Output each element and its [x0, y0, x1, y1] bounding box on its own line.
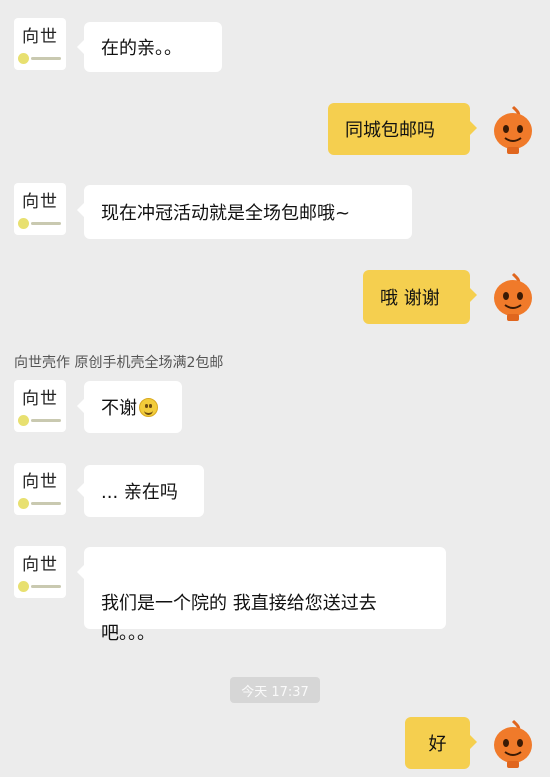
shop-logo-text: 向世 — [22, 555, 58, 575]
message-bubble-incoming[interactable]: 不谢 — [77, 381, 182, 433]
shop-avatar[interactable]: 向世 — [14, 546, 66, 598]
user-avatar-icon[interactable] — [487, 270, 539, 322]
message-bubble-incoming[interactable]: 现在冲冠活动就是全场包邮哦~ — [77, 185, 412, 239]
shop-logo-dot — [18, 415, 29, 426]
shop-logo-text: 向世 — [22, 389, 58, 409]
chat-window: 向世 在的亲。。 同城包邮吗 向世 现在冲冠活动就是全场包邮哦~ 哦 谢谢 向世… — [0, 0, 550, 777]
shop-logo-line — [31, 419, 61, 422]
message-bubble-incoming[interactable]: ... 亲在吗 — [77, 465, 204, 517]
message-text: 好 — [428, 734, 447, 755]
message-bubble-outgoing[interactable]: 同城包邮吗 — [328, 103, 477, 155]
shop-logo-text: 向世 — [22, 192, 58, 212]
sender-name-line: 向世壳作 原创手机壳全场满2包邮 — [14, 355, 224, 371]
message-text: 在的亲。。 — [101, 38, 182, 59]
user-avatar-icon[interactable] — [487, 717, 539, 769]
message-text: ... 亲在吗 — [101, 482, 178, 503]
shop-logo-line — [31, 57, 61, 60]
message-bubble-outgoing[interactable]: 哦 谢谢 — [363, 270, 477, 324]
smile-emoji-icon — [139, 397, 158, 417]
message-text: 哦 谢谢 — [380, 288, 440, 309]
shop-logo-text: 向世 — [22, 472, 58, 492]
message-bubble-outgoing[interactable]: 好 — [405, 717, 477, 769]
message-text: 不谢 — [101, 398, 137, 419]
message-bubble-incoming[interactable]: 在的亲。。 — [77, 22, 222, 72]
shop-logo-line — [31, 222, 61, 225]
shop-logo-text: 向世 — [22, 27, 58, 47]
shop-logo-dot — [18, 498, 29, 509]
message-text: 同城包邮吗 — [345, 120, 435, 141]
shop-logo-line — [31, 502, 61, 505]
timestamp-badge: 今天 17:37 — [230, 677, 320, 703]
shop-avatar[interactable]: 向世 — [14, 380, 66, 432]
shop-logo-dot — [18, 218, 29, 229]
shop-avatar[interactable]: 向世 — [14, 18, 66, 70]
message-bubble-incoming[interactable]: 我们是一个院的 我直接给您送过去 吧。。。 — [77, 547, 446, 644]
message-text: 我们是一个院的 我直接给您送过去 吧。。。 — [101, 593, 377, 644]
shop-avatar[interactable]: 向世 — [14, 463, 66, 515]
shop-avatar[interactable]: 向世 — [14, 183, 66, 235]
shop-logo-dot — [18, 581, 29, 592]
user-avatar-icon[interactable] — [487, 103, 539, 155]
shop-logo-dot — [18, 53, 29, 64]
shop-logo-line — [31, 585, 61, 588]
message-text: 现在冲冠活动就是全场包邮哦~ — [101, 203, 351, 224]
